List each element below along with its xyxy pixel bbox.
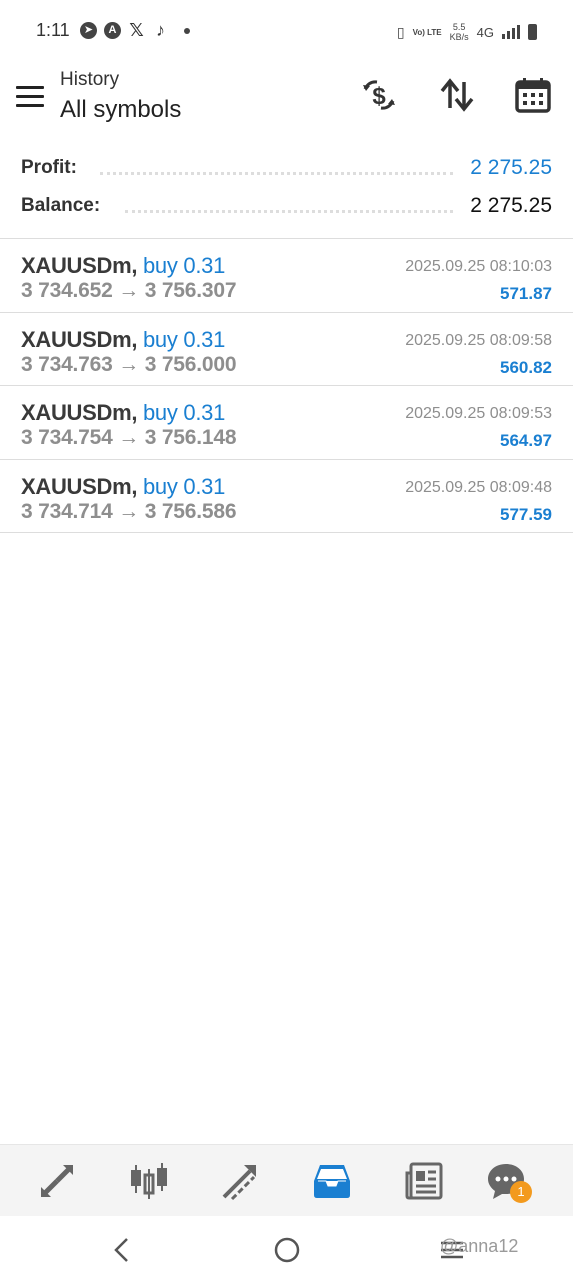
system-nav: @anna12 (0, 1216, 573, 1280)
trade-row[interactable]: XAUUSDm, buy 0.31 3 734.763 → 3 756.000 … (0, 313, 573, 386)
bottom-nav: 1 (0, 1144, 573, 1216)
trade-prices: 3 734.652 → 3 756.307 (21, 279, 237, 303)
quotes-icon[interactable] (35, 1159, 79, 1203)
close-price: 3 756.148 (144, 426, 237, 449)
balance-value: 2 275.25 (464, 194, 552, 218)
trade-time: 2025.09.25 08:09:53 (405, 405, 552, 422)
messages-icon[interactable]: 1 (484, 1159, 532, 1203)
dotted-leader (125, 210, 453, 213)
chart-icon[interactable] (127, 1159, 171, 1203)
status-right: ▯ Vo) LTE 5.5 KB/s 4G (397, 22, 537, 42)
network-speed: 5.5 KB/s (450, 22, 469, 42)
trade-side: buy 0.31 (143, 253, 226, 278)
x-app-icon: 𝕏 (129, 20, 144, 40)
arrow-icon: → (118, 499, 140, 523)
trade-side: buy 0.31 (143, 473, 226, 499)
trade-symbol-line: XAUUSDm, buy 0.31 (21, 474, 225, 500)
watermark: @anna12 (440, 1236, 519, 1256)
notification-icons: ➤ A 𝕏 ♪ (80, 20, 190, 40)
battery-icon (528, 24, 537, 40)
arrow-icon: → (118, 352, 140, 376)
currency-exchange-icon[interactable]: $ (358, 74, 400, 116)
trade-side: buy 0.31 (143, 326, 226, 352)
trade-profit: 560.82 (500, 357, 552, 377)
network-type: 4G (476, 24, 494, 40)
trade-symbol: XAUUSDm, (21, 473, 138, 499)
arrow-icon: → (118, 426, 140, 449)
history-icon[interactable] (310, 1159, 354, 1203)
dotted-leader (100, 172, 453, 175)
trade-profit: 564.97 (500, 431, 552, 450)
trade-row[interactable]: XAUUSDm, buy 0.31 3 734.714 → 3 756.586 … (0, 460, 573, 533)
news-icon[interactable] (402, 1159, 446, 1203)
trade-list: XAUUSDm, buy 0.31 3 734.652 → 3 756.307 … (0, 238, 573, 533)
status-bar: 1:11 ➤ A 𝕏 ♪ ▯ Vo) LTE 5.5 KB/s 4G (0, 0, 573, 60)
status-time: 1:11 (36, 20, 70, 40)
trade-prices: 3 734.754 → 3 756.148 (21, 426, 237, 450)
trade-profit: 571.87 (500, 284, 552, 303)
open-price: 3 734.754 (21, 426, 113, 449)
close-price: 3 756.000 (144, 352, 237, 376)
app-header: History All symbols $ (0, 60, 573, 135)
trade-symbol-line: XAUUSDm, buy 0.31 (21, 327, 225, 353)
open-price: 3 734.763 (21, 352, 113, 376)
signal-icon (502, 25, 520, 39)
summary: Profit: 2 275.25 Balance: 2 275.25 (0, 148, 573, 224)
arrow-icon: → (118, 279, 140, 302)
profit-label: Profit: (21, 157, 83, 179)
trade-symbol: XAUUSDm, (21, 400, 138, 425)
more-notifications-dot-icon (184, 27, 190, 34)
page-title[interactable]: All symbols (60, 96, 181, 124)
back-icon[interactable] (102, 1230, 142, 1270)
trade-symbol-line: XAUUSDm, buy 0.31 (21, 253, 225, 279)
balance-row: Balance: 2 275.25 (0, 186, 573, 224)
trade-time: 2025.09.25 08:09:58 (405, 331, 552, 349)
profit-row: Profit: 2 275.25 (0, 148, 573, 186)
profit-value: 2 275.25 (464, 156, 552, 180)
close-price: 3 756.307 (144, 279, 237, 302)
sort-icon[interactable] (436, 74, 478, 116)
trade-prices: 3 734.714 → 3 756.586 (21, 499, 237, 524)
network-speed-value: 5.5 (452, 22, 466, 32)
trade-prices: 3 734.763 → 3 756.000 (21, 352, 237, 377)
trade-row[interactable]: XAUUSDm, buy 0.31 3 734.652 → 3 756.307 … (0, 239, 573, 313)
messages-badge: 1 (510, 1181, 532, 1203)
trade-profit: 577.59 (500, 504, 552, 524)
balance-label: Balance: (21, 195, 107, 217)
network-speed-unit: KB/s (449, 32, 469, 42)
open-price: 3 734.714 (21, 499, 113, 523)
tiktok-icon: ♪ (156, 20, 165, 40)
trade-symbol: XAUUSDm, (21, 253, 138, 278)
volte-indicator: Vo) LTE (412, 27, 442, 37)
trade-symbol: XAUUSDm, (21, 326, 138, 352)
trade-time: 2025.09.25 08:09:48 (405, 478, 552, 496)
open-price: 3 734.652 (21, 279, 113, 302)
trade-side: buy 0.31 (143, 400, 226, 425)
home-icon[interactable] (267, 1230, 307, 1270)
vibrate-icon: ▯ (396, 23, 405, 40)
header-subtitle: History (60, 69, 120, 90)
trade-symbol-line: XAUUSDm, buy 0.31 (21, 400, 225, 426)
calendar-icon[interactable] (512, 74, 554, 116)
close-price: 3 756.586 (144, 499, 237, 523)
telegram-icon: ➤ (80, 22, 97, 39)
app-notification-icon: A (104, 22, 121, 39)
trade-time: 2025.09.25 08:10:03 (405, 258, 552, 275)
menu-icon[interactable] (16, 86, 44, 108)
trade-icon[interactable] (218, 1159, 262, 1203)
trade-row[interactable]: XAUUSDm, buy 0.31 3 734.754 → 3 756.148 … (0, 386, 573, 460)
svg-text:$: $ (372, 83, 386, 110)
